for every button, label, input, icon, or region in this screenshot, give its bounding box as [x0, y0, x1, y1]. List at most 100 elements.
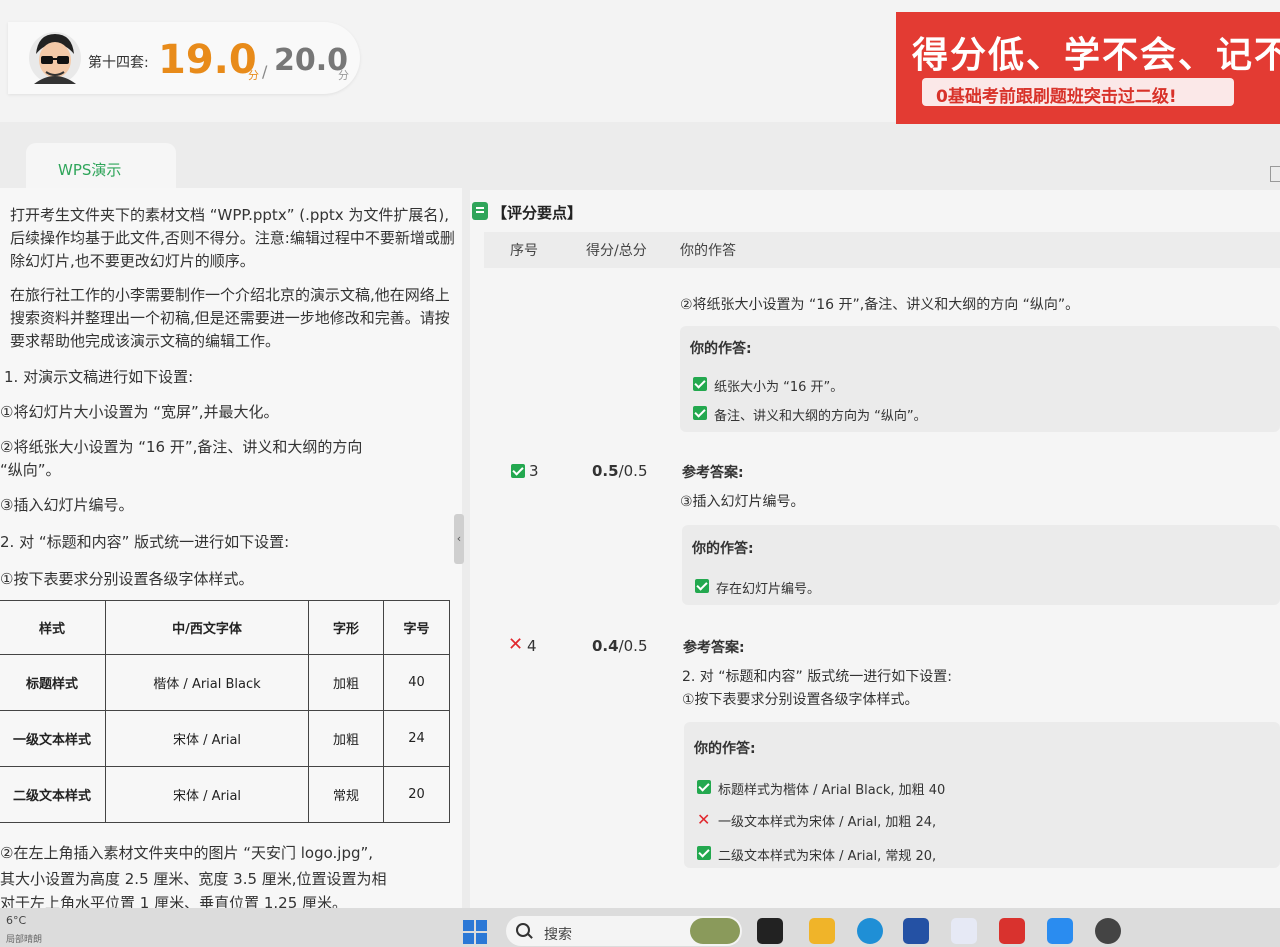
tab-label: WPS演示 [58, 161, 122, 179]
table-cell: 标题样式 [0, 654, 106, 711]
col-header-score: 得分/总分 [586, 243, 647, 259]
file-explorer-icon[interactable] [809, 918, 835, 944]
check-icon [693, 377, 707, 391]
row4-reference-text-1: 2. 对 “标题和内容” 版式统一进行如下设置: [682, 669, 952, 685]
table-cell: 楷体 / Arial Black [105, 654, 309, 711]
row3-score-got: 0.5 [592, 462, 619, 480]
banner-title: 得分低、学不会、记不住 [912, 35, 1280, 76]
question-item-1: 1. 对演示文稿进行如下设置: [4, 368, 194, 386]
app-icon-generic[interactable] [757, 918, 783, 944]
table-row: 二级文本样式 宋体 / Arial 常规 20 [0, 766, 450, 823]
table-cell: 加粗 [308, 710, 384, 767]
table-cell: 二级文本样式 [0, 766, 106, 823]
scoring-list-icon [472, 202, 488, 220]
score-card: 第十四套: 19.0 分 / 20.0 分 [8, 22, 360, 94]
cross-icon: ✕ [508, 634, 524, 655]
question-intro: 打开考生文件夹下的素材文档 “WPP.pptx” (.pptx 为文件扩展名),… [10, 206, 455, 270]
total-unit: 分 [338, 69, 349, 82]
search-icon [516, 923, 530, 937]
edge-browser-icon[interactable] [857, 918, 883, 944]
table-cell: 宋体 / Arial [105, 710, 309, 767]
row2-answer-1: 纸张大小为 “16 开”。 [714, 380, 844, 395]
weather-temp[interactable]: 6°C [6, 914, 26, 927]
check-icon [695, 579, 709, 593]
row4-answer-3: 二级文本样式为宋体 / Arial, 常规 20, [718, 849, 937, 864]
row3-score-total: /0.5 [618, 462, 648, 480]
table-cell: 24 [383, 710, 450, 767]
header: 第十四套: 19.0 分 / 20.0 分 得分低、学不会、记不住 0基础考前跟… [0, 0, 1280, 124]
banner-subtitle: 0基础考前跟刷题班突击过二级! [936, 87, 1177, 107]
row4-score-total: /0.5 [618, 637, 648, 655]
question-item-1c: ③插入幻灯片编号。 [0, 496, 134, 514]
check-icon [697, 780, 711, 794]
table-cell: 20 [383, 766, 450, 823]
question-item-1b: ②将纸张大小设置为 “16 开”,备注、讲义和大纲的方向 [0, 438, 363, 456]
col-header-answer: 你的作答 [680, 243, 736, 259]
question-scenario: 在旅行社工作的小李需要制作一个介绍北京的演示文稿,他在网络上搜索资料并整理出一个… [10, 286, 450, 350]
question-panel[interactable]: 打开考生文件夹下的素材文档 “WPP.pptx” (.pptx 为文件扩展名),… [0, 188, 462, 908]
question-item-1a: ①将幻灯片大小设置为 “宽屏”,并最大化。 [0, 403, 279, 421]
row3-number: 3 [529, 462, 539, 480]
app-im-icon[interactable] [951, 918, 977, 944]
row4-your-answer-label: 你的作答: [694, 741, 756, 757]
search-placeholder: 搜索 [544, 927, 572, 943]
table-cell: 常规 [308, 766, 384, 823]
check-icon [697, 846, 711, 860]
row4-answer-1: 标题样式为楷体 / Arial Black, 加粗 40 [718, 783, 946, 798]
table-cell: 40 [383, 654, 450, 711]
row4-reference-text-2: ①按下表要求分别设置各级字体样式。 [682, 692, 919, 708]
weather-desc[interactable]: 局部晴朗 [6, 932, 42, 945]
row3-score: 0.5/0.5 [592, 462, 648, 480]
question-item-2b: ②在左上角插入素材文件夹中的图片 “天安门 logo.jpg”, [0, 844, 374, 862]
scoring-title: 【评分要点】 [492, 204, 583, 222]
question-item-1b-cont: “纵向”。 [0, 461, 61, 479]
table-header-cell: 字号 [383, 600, 450, 655]
row4-answer-2: 一级文本样式为宋体 / Arial, 加粗 24, [718, 815, 937, 830]
side-toggle-icon[interactable] [1270, 166, 1280, 182]
score-value: 19.0 [158, 37, 257, 83]
row2-your-answer-label: 你的作答: [690, 341, 752, 357]
table-header-cell: 字形 [308, 600, 384, 655]
check-icon [693, 406, 707, 420]
huawei-app-icon[interactable] [999, 918, 1025, 944]
widget-landscape-icon[interactable] [690, 918, 740, 944]
table-row: 一级文本样式 宋体 / Arial 加粗 24 [0, 710, 450, 767]
row4-score-got: 0.4 [592, 637, 619, 655]
table-cell: 一级文本样式 [0, 710, 106, 767]
promo-banner[interactable]: 得分低、学不会、记不住 0基础考前跟刷题班突击过二级! [896, 12, 1280, 124]
table-header-cell: 样式 [0, 600, 106, 655]
col-header-no: 序号 [510, 243, 538, 259]
collapse-panel-handle[interactable]: ‹ [454, 514, 464, 564]
avatar[interactable] [26, 28, 84, 86]
windows-start-icon[interactable] [463, 920, 487, 944]
question-item-2a: ①按下表要求分别设置各级字体样式。 [0, 570, 254, 588]
row2-reference-text: ②将纸张大小设置为 “16 开”,备注、讲义和大纲的方向 “纵向”。 [680, 297, 1080, 313]
exam-app-icon[interactable] [1095, 918, 1121, 944]
row2-answer-2: 备注、讲义和大纲的方向为 “纵向”。 [714, 409, 927, 424]
table-cell: 加粗 [308, 654, 384, 711]
cloud-app-icon[interactable] [1047, 918, 1073, 944]
row3-answer-1: 存在幻灯片编号。 [716, 582, 821, 597]
question-item-2: 2. 对 “标题和内容” 版式统一进行如下设置: [0, 533, 290, 551]
row4-ref-label: 参考答案: [683, 640, 745, 656]
table-cell: 宋体 / Arial [105, 766, 309, 823]
font-style-table: 样式 中/西文字体 字形 字号 标题样式 楷体 / Arial Black 加粗… [0, 600, 450, 823]
question-item-2b-cont: 其大小设置为高度 2.5 厘米、宽度 3.5 厘米,位置设置为相 [0, 870, 387, 888]
score-unit: 分 [248, 69, 259, 82]
table-header-row: 样式 中/西文字体 字形 字号 [0, 600, 450, 655]
question-item-2b-cont2: 对于左上角水平位置 1 厘米、垂直位置 1.25 厘米。 [0, 894, 348, 908]
row3-your-answer-label: 你的作答: [692, 541, 754, 557]
set-label: 第十四套: [88, 55, 149, 71]
row4-score: 0.4/0.5 [592, 637, 648, 655]
windows-taskbar: 6°C 局部晴朗 搜索 [0, 908, 1280, 947]
table-header-cell: 中/西文字体 [105, 600, 309, 655]
check-icon [511, 464, 525, 478]
microsoft-store-icon[interactable] [903, 918, 929, 944]
row3-reference-text: ③插入幻灯片编号。 [680, 494, 805, 510]
score-slash: / [262, 62, 268, 81]
row4-number: 4 [527, 637, 537, 655]
cross-icon: ✕ [697, 810, 711, 829]
tab-wps-presentation[interactable]: WPS演示 [26, 143, 176, 189]
banner-sub-box: 0基础考前跟刷题班突击过二级! [922, 78, 1234, 107]
total-value: 20.0 [274, 43, 349, 78]
